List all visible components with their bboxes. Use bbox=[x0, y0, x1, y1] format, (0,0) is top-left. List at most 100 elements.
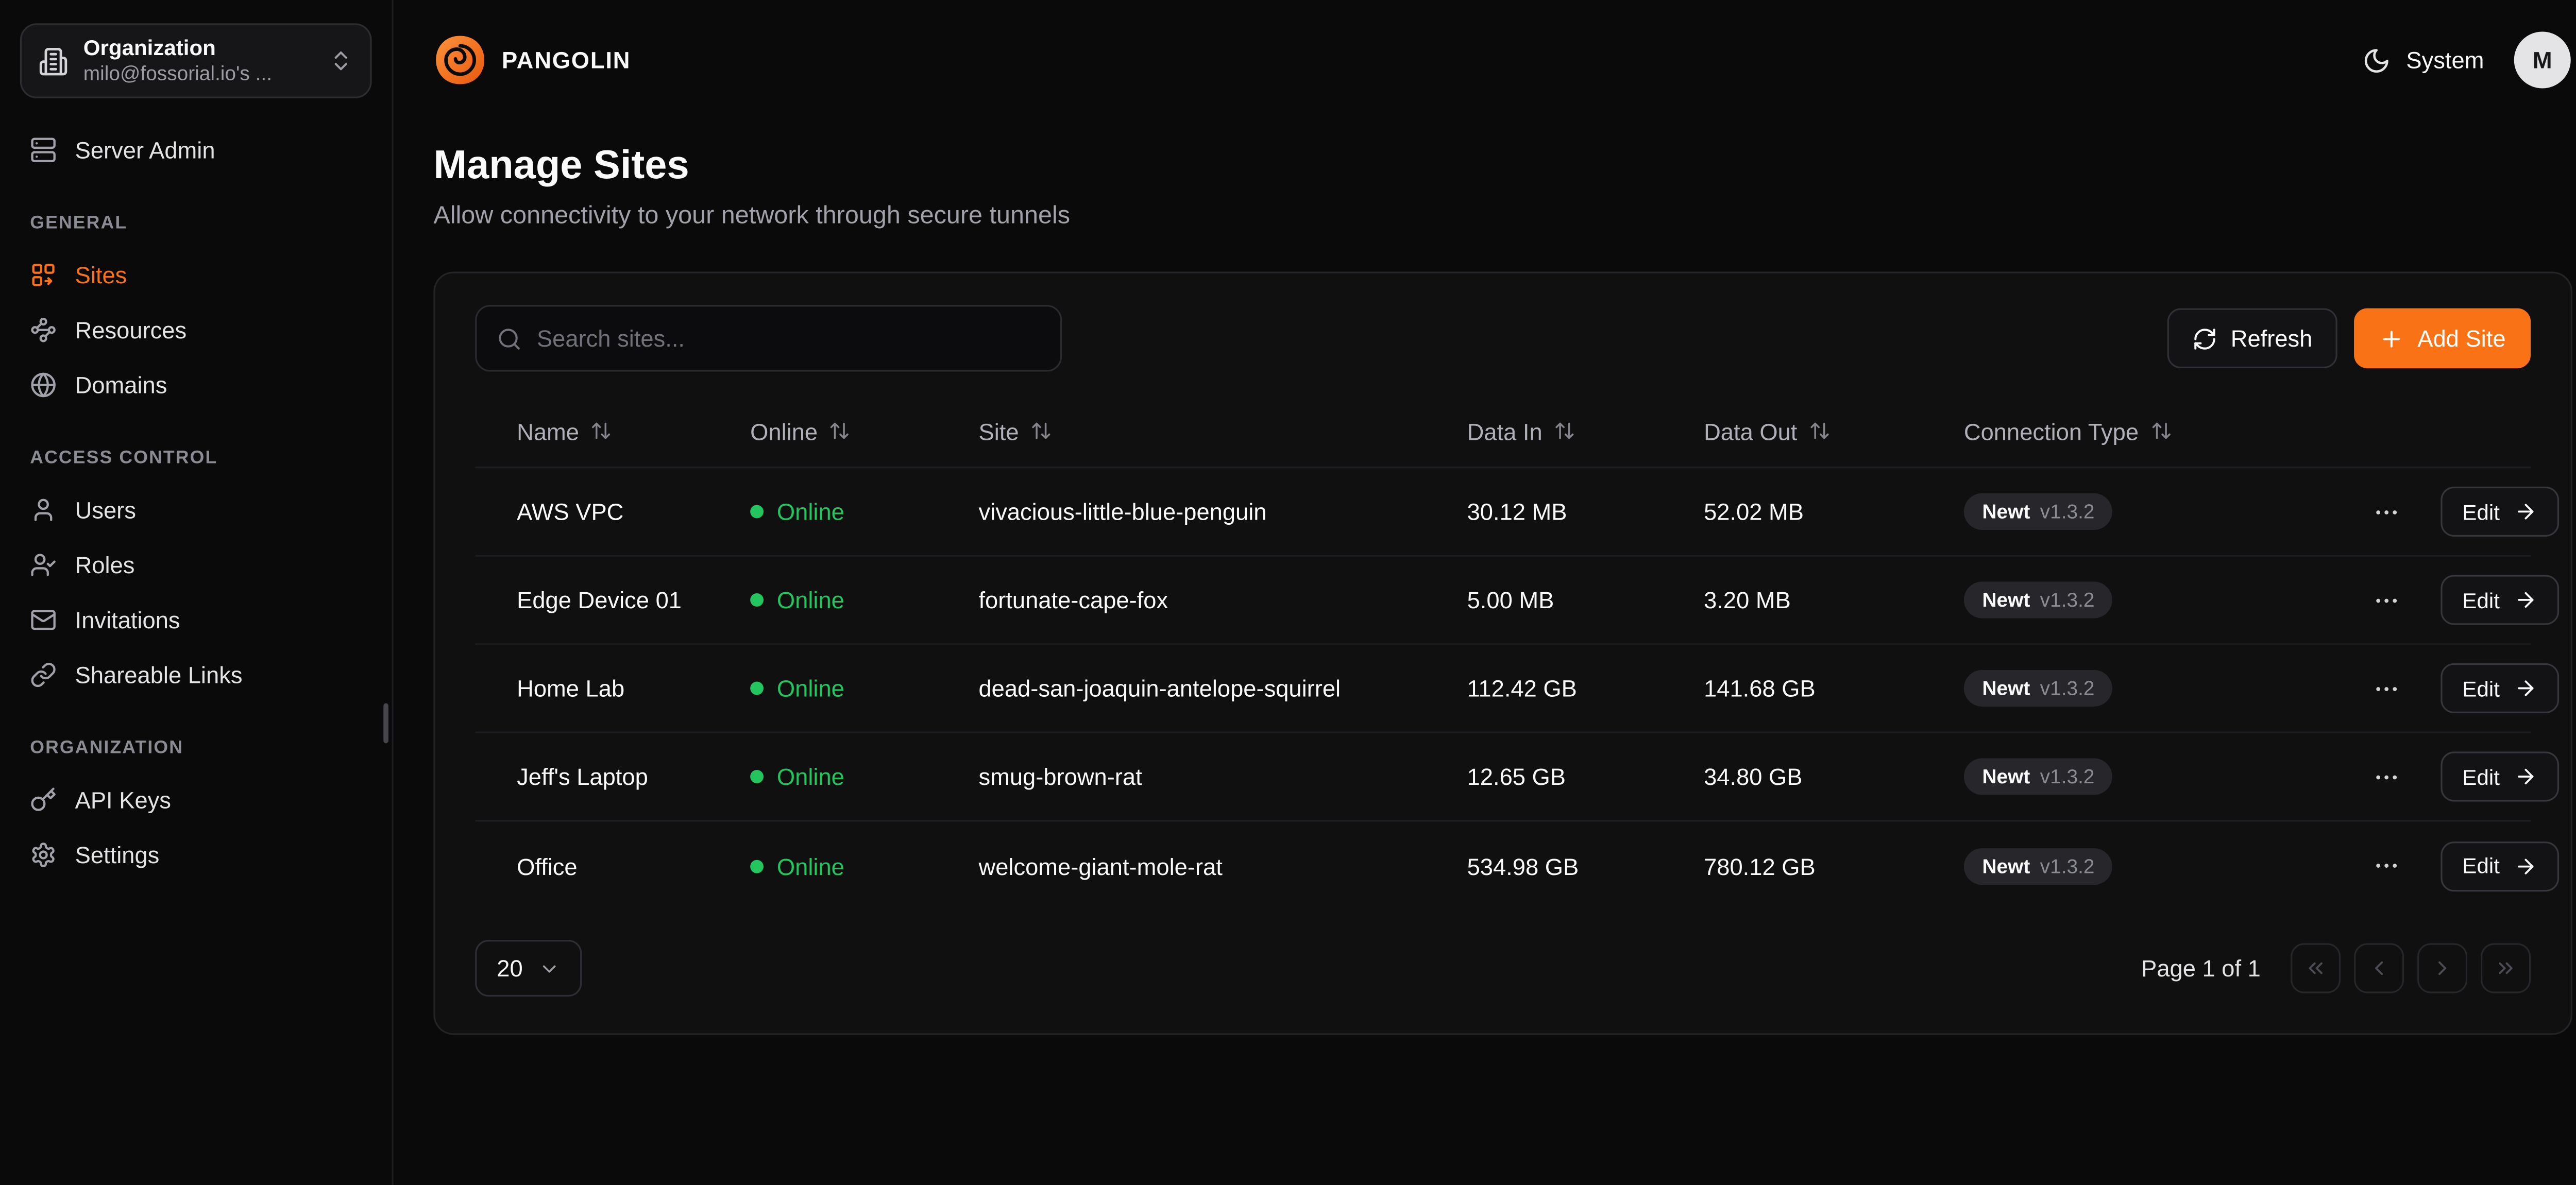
tunnel-name-cell: welcome-giant-mole-rat bbox=[978, 852, 1467, 879]
gear-icon bbox=[30, 841, 57, 868]
connection-type-cell: Newt v1.3.2 bbox=[1964, 581, 2369, 618]
row-actions: Edit bbox=[2369, 487, 2561, 537]
sidebar-item-shareable-links[interactable]: Shareable Links bbox=[20, 647, 372, 702]
connection-type-cell: Newt v1.3.2 bbox=[1964, 847, 2369, 884]
ellipsis-icon bbox=[2372, 852, 2401, 880]
ellipsis-icon bbox=[2372, 497, 2401, 526]
sidebar-item-label: Users bbox=[75, 496, 136, 523]
data-in-cell: 534.98 GB bbox=[1467, 852, 1704, 879]
table-row: AWS VPC Online vivacious-little-blue-pen… bbox=[475, 468, 2531, 557]
building-icon bbox=[38, 46, 68, 76]
client-name: Newt bbox=[1982, 588, 2030, 611]
page-subtitle: Allow connectivity to your network throu… bbox=[433, 202, 2572, 230]
row-actions: Edit bbox=[2369, 575, 2561, 625]
table-row: Edge Device 01 Online fortunate-cape-fox… bbox=[475, 557, 2531, 645]
scrollbar-thumb[interactable] bbox=[383, 703, 388, 744]
connection-badge: Newt v1.3.2 bbox=[1964, 493, 2113, 530]
sidebar-item-label: Domains bbox=[75, 371, 167, 398]
link-icon bbox=[30, 661, 57, 688]
sidebar-item-label: Roles bbox=[75, 551, 135, 577]
column-header-data-out[interactable]: Data Out bbox=[1704, 418, 1964, 444]
sidebar-item-roles[interactable]: Roles bbox=[20, 537, 372, 592]
row-menu-button[interactable] bbox=[2369, 848, 2404, 883]
org-picker[interactable]: Organization milo@fossorial.io's ... bbox=[20, 23, 372, 98]
pagination: Page 1 of 1 bbox=[2141, 943, 2531, 993]
row-menu-button[interactable] bbox=[2369, 759, 2404, 794]
search-icon bbox=[497, 326, 522, 351]
edit-button[interactable]: Edit bbox=[2441, 751, 2560, 801]
previous-page-button[interactable] bbox=[2354, 943, 2404, 993]
sidebar-item-label: Resources bbox=[75, 316, 187, 342]
ellipsis-icon bbox=[2372, 674, 2401, 702]
sidebar-item-server-admin[interactable]: Server Admin bbox=[20, 122, 372, 177]
role-icon bbox=[30, 551, 57, 577]
topbar-right: System M bbox=[2363, 31, 2570, 88]
section-label-general: GENERAL bbox=[30, 213, 362, 233]
sort-icon bbox=[591, 420, 613, 441]
search-input[interactable] bbox=[537, 325, 1040, 352]
section-label-organization: ORGANIZATION bbox=[30, 739, 362, 759]
tunnel-name-cell: fortunate-cape-fox bbox=[978, 587, 1467, 613]
edit-button[interactable]: Edit bbox=[2441, 575, 2560, 625]
column-header-name[interactable]: Name bbox=[517, 418, 750, 444]
client-version: v1.3.2 bbox=[2040, 500, 2095, 523]
page-size-value: 20 bbox=[497, 955, 522, 982]
site-name-cell: Jeff's Laptop bbox=[517, 763, 750, 790]
last-page-button[interactable] bbox=[2481, 943, 2531, 993]
refresh-icon bbox=[2192, 326, 2217, 351]
sidebar-item-api-keys[interactable]: API Keys bbox=[20, 771, 372, 827]
data-out-cell: 141.68 GB bbox=[1704, 675, 1964, 702]
column-header-connection-type[interactable]: Connection Type bbox=[1964, 418, 2369, 444]
column-header-data-in[interactable]: Data In bbox=[1467, 418, 1704, 444]
avatar[interactable]: M bbox=[2514, 31, 2571, 88]
column-header-site[interactable]: Site bbox=[978, 418, 1467, 444]
plus-icon bbox=[2379, 326, 2404, 351]
client-version: v1.3.2 bbox=[2040, 677, 2095, 700]
page-content: Manage Sites Allow connectivity to your … bbox=[394, 120, 2576, 1035]
add-site-button[interactable]: Add Site bbox=[2354, 308, 2531, 368]
org-picker-subtitle: milo@fossorial.io's ... bbox=[83, 62, 314, 87]
row-actions: Edit bbox=[2369, 751, 2561, 801]
edit-button[interactable]: Edit bbox=[2441, 487, 2560, 537]
online-status-cell: Online bbox=[750, 675, 978, 702]
first-page-button[interactable] bbox=[2291, 943, 2341, 993]
online-label: Online bbox=[777, 852, 844, 879]
page-size-select[interactable]: 20 bbox=[475, 940, 581, 997]
next-page-button[interactable] bbox=[2417, 943, 2467, 993]
row-menu-button[interactable] bbox=[2369, 582, 2404, 617]
brand-name: PANGOLIN bbox=[502, 47, 631, 74]
table-header-row: Name Online Site Data In bbox=[475, 395, 2531, 468]
site-name-cell: Edge Device 01 bbox=[517, 587, 750, 613]
column-header-online[interactable]: Online bbox=[750, 418, 978, 444]
sidebar-item-label: Invitations bbox=[75, 606, 180, 632]
sidebar-item-users[interactable]: Users bbox=[20, 482, 372, 537]
sort-icon bbox=[1030, 420, 1052, 441]
site-name-cell: Office bbox=[517, 852, 750, 879]
theme-toggle[interactable]: System bbox=[2363, 46, 2484, 74]
sidebar-item-domains[interactable]: Domains bbox=[20, 356, 372, 411]
column-label: Online bbox=[750, 418, 818, 444]
online-label: Online bbox=[777, 675, 844, 702]
sidebar-item-resources[interactable]: Resources bbox=[20, 302, 372, 357]
edit-button[interactable]: Edit bbox=[2441, 663, 2560, 713]
data-in-cell: 30.12 MB bbox=[1467, 499, 1704, 525]
online-dot bbox=[750, 859, 764, 872]
sidebar-item-label: Shareable Links bbox=[75, 661, 243, 688]
online-dot bbox=[750, 593, 764, 607]
main-area: PANGOLIN System M Manage Sites Allow con… bbox=[394, 0, 2576, 1185]
column-label: Connection Type bbox=[1964, 418, 2139, 444]
connection-type-cell: Newt v1.3.2 bbox=[1964, 493, 2369, 530]
sidebar-item-sites[interactable]: Sites bbox=[20, 247, 372, 302]
online-dot bbox=[750, 770, 764, 783]
sidebar-item-invitations[interactable]: Invitations bbox=[20, 592, 372, 647]
refresh-button[interactable]: Refresh bbox=[2167, 308, 2337, 368]
theme-label: System bbox=[2406, 47, 2484, 74]
edit-button[interactable]: Edit bbox=[2441, 841, 2560, 891]
org-picker-title: Organization bbox=[83, 35, 314, 62]
chevrons-left-icon bbox=[2304, 956, 2327, 980]
chevrons-right-icon bbox=[2494, 956, 2517, 980]
site-name-cell: Home Lab bbox=[517, 675, 750, 702]
sidebar-item-settings[interactable]: Settings bbox=[20, 827, 372, 882]
row-menu-button[interactable] bbox=[2369, 671, 2404, 706]
row-menu-button[interactable] bbox=[2369, 494, 2404, 529]
